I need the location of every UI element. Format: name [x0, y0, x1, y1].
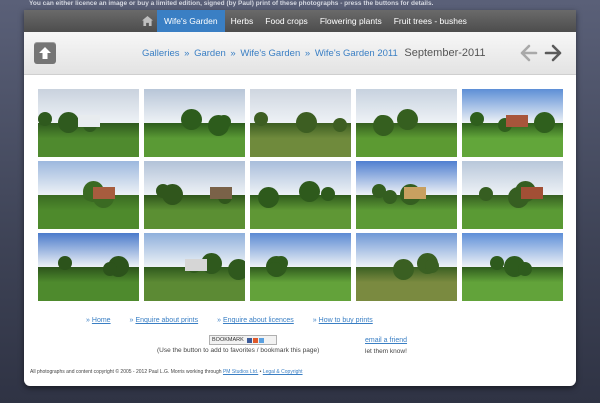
photo-thumbnail[interactable] — [356, 89, 457, 157]
breadcrumb-separator: » — [230, 48, 236, 59]
breadcrumb-separator: » — [184, 48, 190, 59]
footer-links: » Home » Enquire about prints » Enquire abo… — [86, 317, 373, 324]
breadcrumb: Galleries » Garden » Wife's Garden » Wif… — [142, 47, 486, 59]
footer-link-enquire-prints[interactable]: Enquire about prints — [135, 317, 198, 324]
share-icons — [246, 337, 264, 343]
up-level-button[interactable] — [34, 42, 56, 64]
legal-link[interactable]: Legal & Copyright — [263, 369, 303, 375]
share-icon — [252, 337, 258, 343]
share-icon — [246, 337, 252, 343]
photo-thumbnail[interactable] — [462, 233, 563, 301]
breadcrumb-garden[interactable]: Garden — [194, 48, 226, 59]
share-icon — [258, 337, 264, 343]
email-hint: let them know! — [365, 348, 407, 355]
photo-thumbnail[interactable] — [462, 89, 563, 157]
footer-link-enquire-licences[interactable]: Enquire about licences — [223, 317, 294, 324]
breadcrumb-wifes-garden[interactable]: Wife's Garden — [240, 48, 300, 59]
photo-thumbnail[interactable] — [356, 233, 457, 301]
home-icon — [141, 16, 153, 26]
photo-thumbnail[interactable] — [144, 89, 245, 157]
licence-notice: You can either licence an image or buy a… — [29, 0, 434, 7]
footer-link-how-to-buy[interactable]: How to buy prints — [319, 317, 373, 324]
email-friend-link[interactable]: email a friend — [365, 337, 407, 344]
photo-thumbnail[interactable] — [38, 161, 139, 229]
footer-link-home[interactable]: Home — [92, 317, 111, 324]
breadcrumb-separator: » — [304, 48, 311, 59]
photo-thumbnail[interactable] — [250, 161, 351, 229]
bookmark-button[interactable]: BOOKMARK — [209, 335, 277, 345]
photo-thumbnail[interactable] — [144, 161, 245, 229]
nav-home[interactable] — [137, 10, 157, 32]
bookmark-hint: (Use the button to add to favorites / bo… — [157, 347, 320, 354]
photo-thumbnail[interactable] — [38, 89, 139, 157]
studio-link[interactable]: PM Studios Ltd. — [223, 369, 258, 375]
photo-thumbnail[interactable] — [250, 89, 351, 157]
nav-tab-fruit-trees[interactable]: Fruit trees - bushes — [388, 10, 473, 32]
nav-tab-flowering-plants[interactable]: Flowering plants — [314, 10, 388, 32]
photo-thumbnail[interactable] — [356, 161, 457, 229]
up-arrow-icon — [39, 47, 51, 59]
nav-tab-wifes-garden[interactable]: Wife's Garden — [157, 10, 225, 32]
breadcrumb-current: September-2011 — [404, 47, 486, 59]
copyright: All photographs and content copyright © … — [30, 369, 303, 375]
gallery-header: Galleries » Garden » Wife's Garden » Wif… — [24, 32, 576, 75]
breadcrumb-wifes-garden-2011[interactable]: Wife's Garden 2011 — [315, 48, 398, 59]
photo-thumbnail[interactable] — [38, 233, 139, 301]
bookmark-label: BOOKMARK — [212, 337, 244, 343]
next-arrow-icon[interactable] — [544, 44, 562, 62]
nav-tab-food-crops[interactable]: Food crops — [259, 10, 314, 32]
top-navigation: Wife's Garden Herbs Food crops Flowering… — [24, 10, 576, 32]
photo-thumbnail[interactable] — [250, 233, 351, 301]
photo-thumbnail[interactable] — [462, 161, 563, 229]
nav-tab-herbs[interactable]: Herbs — [225, 10, 260, 32]
breadcrumb-galleries[interactable]: Galleries — [142, 48, 180, 59]
copyright-text: All photographs and content copyright © … — [30, 369, 222, 375]
prev-arrow-icon[interactable] — [520, 44, 538, 62]
page-container: Wife's Garden Herbs Food crops Flowering… — [24, 10, 576, 386]
photo-thumbnail[interactable] — [144, 233, 245, 301]
